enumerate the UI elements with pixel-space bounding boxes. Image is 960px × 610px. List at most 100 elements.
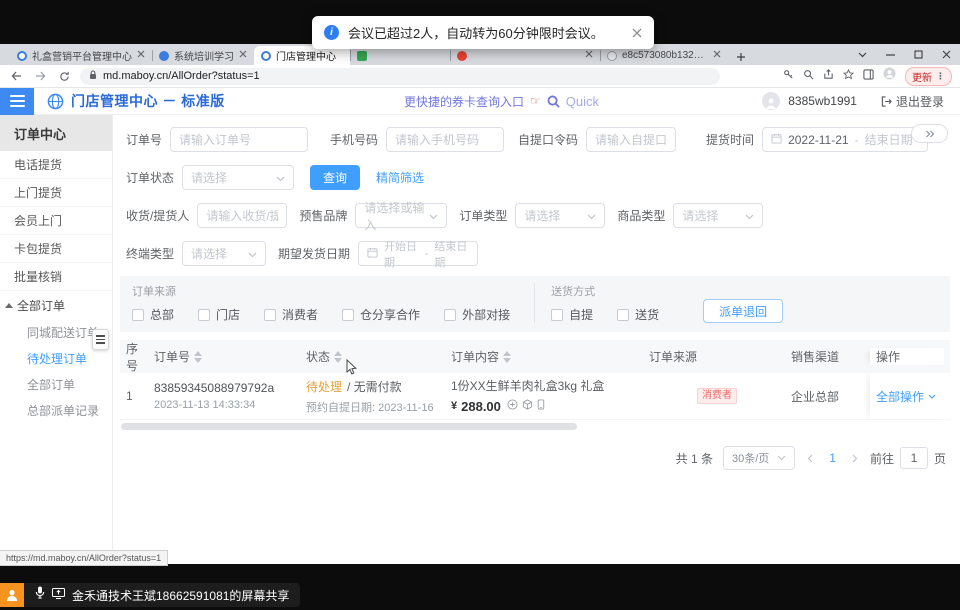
goods-type-select[interactable]: 请选择 xyxy=(673,203,763,228)
pickup-code-input[interactable] xyxy=(586,127,676,152)
chevron-down-icon xyxy=(587,209,596,223)
share-icon[interactable] xyxy=(823,67,834,85)
screen-share-icon xyxy=(52,586,65,604)
close-window-button[interactable] xyxy=(932,44,960,65)
order-type-select[interactable]: 请选择 xyxy=(515,203,605,228)
sidebar-item-phone-pickup[interactable]: 电话提货 xyxy=(0,151,112,179)
all-actions-dropdown[interactable]: 全部操作 xyxy=(876,388,944,405)
checkbox-source-consumer[interactable]: 消费者 xyxy=(264,306,318,323)
tab-close-icon[interactable] xyxy=(137,50,145,61)
share-status-pill: 金禾通技术王斌18662591081的屏幕共享 xyxy=(24,583,300,607)
key-icon[interactable] xyxy=(783,67,794,85)
toast-close-icon[interactable] xyxy=(632,28,642,38)
tab-close-icon[interactable] xyxy=(585,50,593,61)
sidebar-item-member-visit[interactable]: 会员上门 xyxy=(0,207,112,235)
checkbox-label: 自提 xyxy=(569,306,593,323)
next-page-icon[interactable] xyxy=(850,454,860,463)
col-status[interactable]: 状态 xyxy=(300,348,445,365)
checkbox-source-store[interactable]: 门店 xyxy=(198,306,240,323)
col-order-no[interactable]: 订单号 xyxy=(148,348,300,365)
tab-search-icon[interactable] xyxy=(848,44,876,65)
chevron-down-icon xyxy=(276,171,285,185)
pickup-code-label: 自提口令码 xyxy=(518,131,578,148)
quick-search-icon[interactable] xyxy=(547,95,560,108)
profile-avatar-icon[interactable] xyxy=(883,67,896,85)
brand-select[interactable]: 请选择或输入 xyxy=(355,203,447,228)
prev-page-icon[interactable] xyxy=(805,454,815,463)
col-content[interactable]: 订单内容 xyxy=(445,348,643,365)
checkbox-source-warehouse-coop[interactable]: 仓分享合作 xyxy=(342,306,420,323)
chevron-down-icon xyxy=(745,209,754,223)
update-chrome-button[interactable]: 更新 ⋮ xyxy=(905,67,952,86)
microphone-icon xyxy=(35,586,45,604)
checkbox-icon xyxy=(264,309,276,321)
tab-close-icon[interactable] xyxy=(239,50,247,61)
user-avatar[interactable] xyxy=(762,92,780,110)
side-panel-icon[interactable] xyxy=(863,67,874,85)
maximize-button[interactable] xyxy=(904,44,932,65)
phone-input[interactable] xyxy=(386,127,504,152)
quick-entry-link[interactable]: 更快捷的券卡查询入口 xyxy=(404,93,524,110)
checkbox-label: 送货 xyxy=(635,306,659,323)
sidebar: 订单中心 电话提货 上门提货 会员上门 卡包提货 批量核销 全部订单 同城配送订… xyxy=(0,115,113,564)
forward-icon[interactable] xyxy=(32,71,48,81)
tab-gift-platform[interactable]: 礼盒营销平台管理中心 xyxy=(10,46,152,65)
scrollbar-thumb[interactable] xyxy=(121,423,577,430)
sidebar-sub-hq-dispatch[interactable]: 总部派单记录 xyxy=(0,397,112,423)
sidebar-collapse-handle[interactable] xyxy=(92,329,109,350)
sidebar-item-label: 全部订单 xyxy=(17,297,65,314)
reload-icon[interactable] xyxy=(56,71,72,82)
goto-page-input[interactable] xyxy=(900,447,928,469)
menu-hamburger-icon[interactable] xyxy=(0,88,34,115)
sort-icon[interactable] xyxy=(503,351,511,363)
browser-menu-icon[interactable]: ⋮ xyxy=(936,75,945,78)
sidebar-item-door-pickup[interactable]: 上门提货 xyxy=(0,179,112,207)
col-actions: 操作 xyxy=(870,348,944,365)
tab-favicon xyxy=(159,51,169,61)
page-size-select[interactable]: 30条/页 xyxy=(723,446,795,470)
address-bar[interactable]: md.maboy.cn/AllOrder?status=1 xyxy=(80,68,720,85)
bookmark-star-icon[interactable] xyxy=(843,67,854,85)
sidebar-item-batch-verify[interactable]: 批量核销 xyxy=(0,263,112,291)
tab-close-icon[interactable] xyxy=(713,50,721,61)
logout-button[interactable]: 退出登录 xyxy=(881,93,944,110)
checkbox-icon xyxy=(551,309,563,321)
browser-toolbar: md.maboy.cn/AllOrder?status=1 更新 ⋮ xyxy=(0,65,960,88)
new-tab-button[interactable] xyxy=(736,52,746,62)
zoom-icon[interactable] xyxy=(803,67,814,85)
minimize-button[interactable] xyxy=(876,44,904,65)
quick-label[interactable]: Quick xyxy=(566,94,599,109)
order-no-input[interactable] xyxy=(170,127,308,152)
collapse-search-button[interactable] xyxy=(911,124,948,143)
order-status-select[interactable]: 请选择 xyxy=(182,165,294,190)
pickup-time-range[interactable]: 2022-11-21 - 结束日期 xyxy=(762,127,928,152)
table-row[interactable]: 1 83859345088979792a 2023-11-13 14:33:34… xyxy=(120,373,950,420)
select-placeholder: 请选择 xyxy=(191,169,227,186)
sort-icon[interactable] xyxy=(194,351,202,363)
sidebar-item-all-orders[interactable]: 全部订单 xyxy=(0,291,112,319)
checkbox-delivery[interactable]: 送货 xyxy=(617,306,659,323)
order-number: 83859345088979792a xyxy=(154,381,300,395)
checkbox-source-hq[interactable]: 总部 xyxy=(132,306,174,323)
toolbar-icons: 更新 ⋮ xyxy=(783,67,952,86)
page-number[interactable]: 1 xyxy=(825,451,840,465)
tab-favicon xyxy=(607,51,617,61)
checkbox-self-pickup[interactable]: 自提 xyxy=(551,306,593,323)
terminal-type-select[interactable]: 请选择 xyxy=(182,241,266,266)
receiver-input[interactable] xyxy=(197,203,287,228)
dispatch-return-button[interactable]: 派单退回 xyxy=(703,299,783,323)
sidebar-item-cardpack-pickup[interactable]: 卡包提货 xyxy=(0,235,112,263)
horizontal-scrollbar[interactable] xyxy=(120,423,950,430)
query-button[interactable]: 查询 xyxy=(310,165,360,190)
simple-filter-link[interactable]: 精简筛选 xyxy=(376,169,424,186)
select-placeholder: 请选择 xyxy=(191,245,227,262)
back-icon[interactable] xyxy=(8,71,24,81)
sort-icon[interactable] xyxy=(334,351,342,363)
checkbox-source-external[interactable]: 外部对接 xyxy=(444,306,510,323)
window-controls xyxy=(848,44,960,65)
ship-date-range[interactable]: 开始日期 - 结束日期 xyxy=(358,241,478,266)
terminal-type-label: 终端类型 xyxy=(126,245,174,262)
tab-training[interactable]: 系统培训学习 xyxy=(152,46,254,65)
sidebar-sub-all-orders[interactable]: 全部订单 xyxy=(0,371,112,397)
cell-channel: 企业总部 xyxy=(785,373,870,419)
